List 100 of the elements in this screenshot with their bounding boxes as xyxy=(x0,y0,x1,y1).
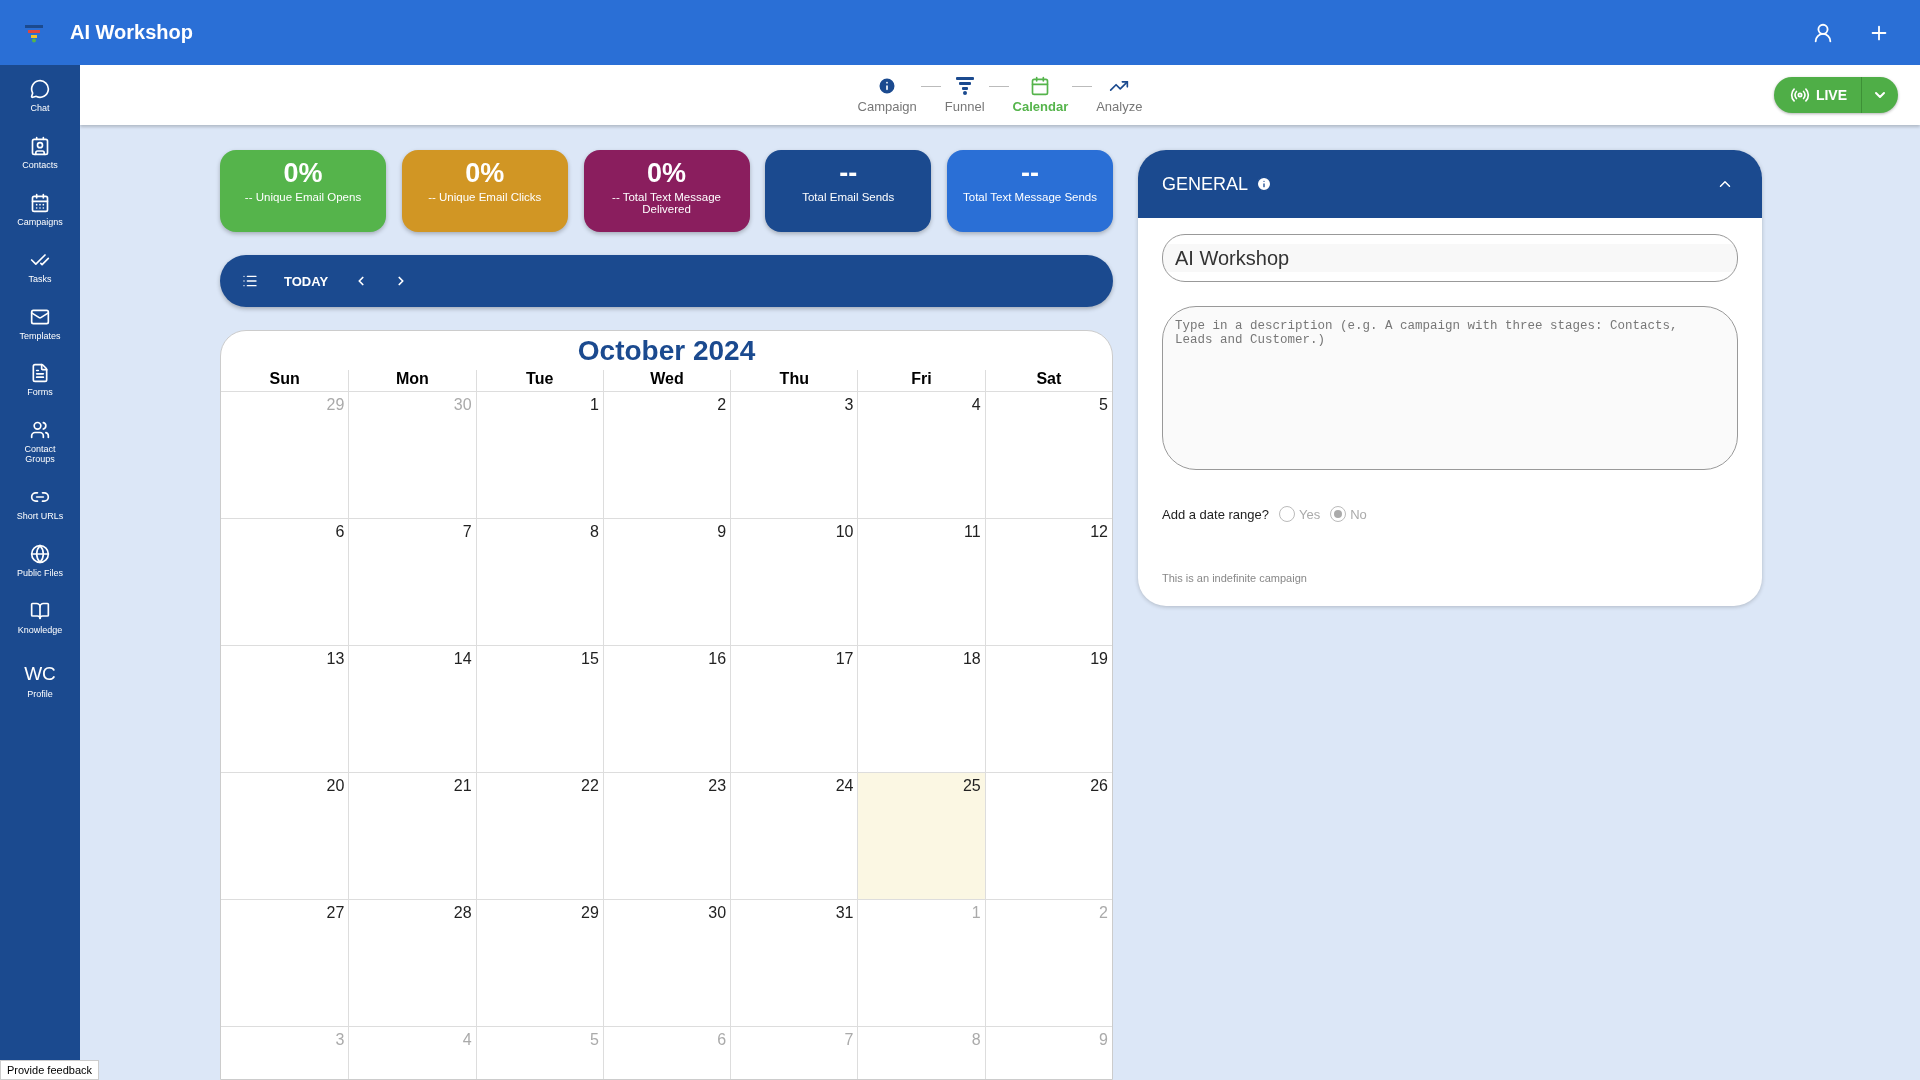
sidebar-item[interactable]: Templates xyxy=(15,306,65,342)
day-number: 13 xyxy=(326,650,345,668)
day-cell[interactable]: 8 xyxy=(475,519,603,646)
sidebar-item[interactable]: Campaigns xyxy=(15,192,65,228)
today-button[interactable]: TODAY xyxy=(278,269,335,293)
day-number: 29 xyxy=(581,904,599,922)
day-cell[interactable]: 3 xyxy=(730,392,858,519)
day-number: 11 xyxy=(964,523,981,541)
day-cell[interactable]: 22 xyxy=(475,773,603,900)
day-number: 28 xyxy=(453,904,472,922)
stat-value: 0% xyxy=(283,160,323,187)
stat-label: -- Unique Email Clicks xyxy=(427,191,543,203)
day-number: 9 xyxy=(1099,1031,1108,1049)
day-cell[interactable]: 7 xyxy=(348,519,476,646)
feedback-button[interactable]: Provide feedback xyxy=(0,1060,99,1080)
panel-title: GENERAL xyxy=(1162,173,1249,195)
step-tab[interactable]: Funnel xyxy=(940,76,989,114)
day-number: 20 xyxy=(326,777,345,795)
day-number: 4 xyxy=(971,396,981,414)
day-number: 2 xyxy=(1099,904,1108,922)
campaign-note: This is an indefinite campaign xyxy=(1162,572,1308,584)
sidebar-item[interactable]: Short URLs xyxy=(15,487,65,522)
document-icon xyxy=(30,363,50,384)
day-number: 22 xyxy=(581,777,599,795)
stat-label: Total Text Message Sends xyxy=(962,191,1098,203)
day-cell[interactable]: 12 xyxy=(984,519,1112,646)
info-icon xyxy=(877,76,898,96)
stat-value: 0% xyxy=(465,160,505,187)
day-cell[interactable]: 30 xyxy=(602,900,731,1027)
day-cell[interactable]: 31 xyxy=(730,900,858,1027)
month-title: October 2024 xyxy=(576,334,757,368)
day-cell[interactable]: 1 xyxy=(475,392,603,519)
day-number: 23 xyxy=(708,777,727,795)
day-number: 31 xyxy=(835,904,854,922)
day-number: 14 xyxy=(453,650,472,668)
antenna-icon xyxy=(1789,85,1810,105)
day-cell[interactable]: 2 xyxy=(602,392,731,519)
day-cell[interactable]: 28 xyxy=(348,900,476,1027)
day-cell[interactable]: 24 xyxy=(730,773,858,900)
day-number: 6 xyxy=(717,1031,727,1049)
day-number: 5 xyxy=(589,1031,599,1049)
day-number: 9 xyxy=(717,523,727,541)
day-number: 30 xyxy=(708,904,727,922)
day-cell[interactable]: 18 xyxy=(857,646,985,773)
sidebar-item[interactable]: Chat xyxy=(15,79,65,114)
funnel-icon xyxy=(954,76,975,96)
sidebar-item[interactable]: Public Files xyxy=(15,544,65,579)
stat-value: -- xyxy=(1021,160,1039,187)
people-icon xyxy=(30,420,50,441)
day-cell[interactable]: 26 xyxy=(984,773,1112,900)
name-field[interactable]: AI Workshop xyxy=(1162,234,1738,282)
day-cell[interactable]: 11 xyxy=(857,519,985,646)
sidebar-item[interactable]: Tasks xyxy=(15,249,65,285)
day-number: 1 xyxy=(589,396,599,414)
step-tab[interactable]: Campaign xyxy=(853,76,921,114)
step-tab[interactable]: Analyze xyxy=(1092,76,1147,114)
day-cell[interactable]: 29 xyxy=(475,900,603,1027)
day-number: 1 xyxy=(971,904,981,922)
date-range-label: Add a date range? xyxy=(1162,506,1269,522)
day-number: 4 xyxy=(462,1031,472,1049)
sidebar-item[interactable]: Contacts xyxy=(15,135,65,171)
day-number: 15 xyxy=(581,650,599,668)
day-number: 21 xyxy=(453,777,472,795)
info-icon xyxy=(1256,176,1273,192)
day-cell[interactable]: 19 xyxy=(984,646,1112,773)
today-cell[interactable]: 25 xyxy=(857,773,985,900)
day-number: 5 xyxy=(1099,396,1108,414)
day-number: 19 xyxy=(1090,650,1108,668)
day-number: 2 xyxy=(717,396,727,414)
day-number: 18 xyxy=(962,650,981,668)
day-cell[interactable]: 16 xyxy=(602,646,731,773)
day-number: 12 xyxy=(1090,523,1108,541)
day-cell[interactable]: 23 xyxy=(602,773,731,900)
sidebar-item[interactable]: Knowledge xyxy=(15,600,65,636)
stat-value: -- xyxy=(839,160,858,187)
calendar-icon xyxy=(1030,76,1051,96)
sidebar-item[interactable]: Contact Groups xyxy=(15,420,65,466)
sidebar-item[interactable]: Forms xyxy=(15,363,65,399)
day-cell[interactable]: 4 xyxy=(857,392,985,519)
chat-icon xyxy=(30,79,50,99)
day-cell[interactable]: 17 xyxy=(730,646,858,773)
day-number: 10 xyxy=(835,523,854,541)
day-cell[interactable]: 9 xyxy=(602,519,731,646)
day-number: 16 xyxy=(708,650,727,668)
day-number: 6 xyxy=(335,523,345,541)
day-cell[interactable]: 15 xyxy=(475,646,603,773)
book-icon xyxy=(30,600,50,621)
description-field[interactable]: Type in a description (e.g. A campaign with three stages: Contacts, Leads and Customer.) xyxy=(1162,306,1738,470)
calendar-icon xyxy=(30,192,50,213)
day-cell[interactable]: 21 xyxy=(348,773,476,900)
profile-link[interactable]: WC Profile xyxy=(15,657,65,700)
day-number: 3 xyxy=(844,396,854,414)
day-number: 27 xyxy=(326,904,345,922)
day-cell[interactable]: 10 xyxy=(730,519,858,646)
day-number: 17 xyxy=(835,650,854,668)
app-title: AI Workshop xyxy=(70,21,194,44)
day-cell[interactable]: 14 xyxy=(348,646,476,773)
stat-label: -- Unique Email Opens xyxy=(243,191,363,203)
day-cell[interactable]: 5 xyxy=(984,392,1112,519)
contact-card-icon xyxy=(30,135,50,156)
